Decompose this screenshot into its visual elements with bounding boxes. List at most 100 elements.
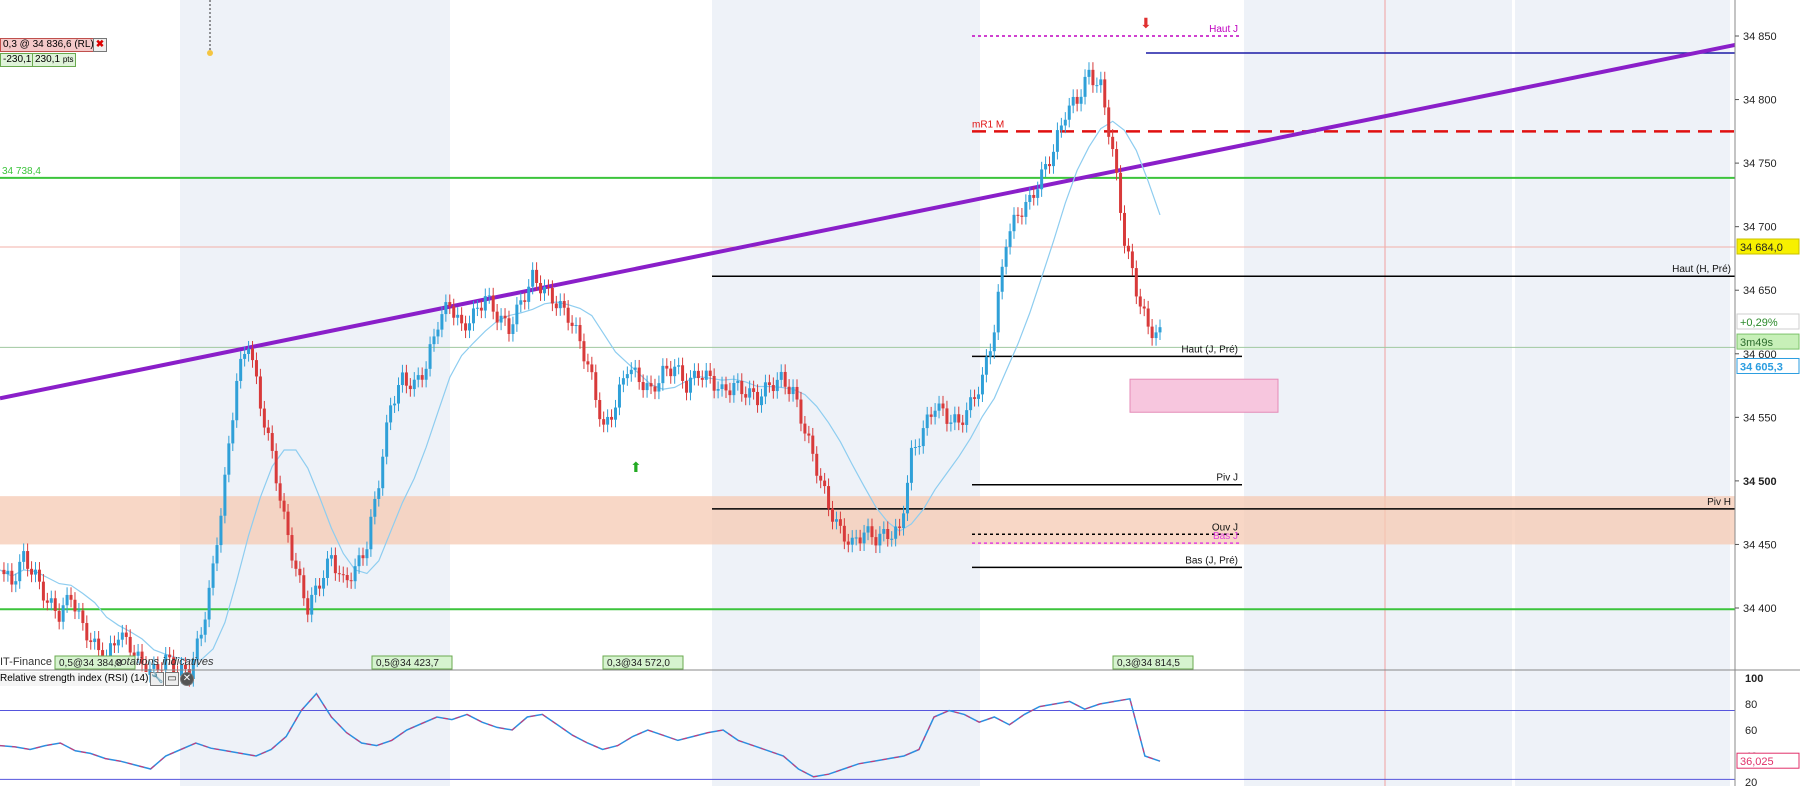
candle-body <box>649 383 653 387</box>
data-notice: IT-Finance cotations indicatives <box>0 656 213 668</box>
candle-body <box>404 372 408 386</box>
candle-body <box>69 594 73 600</box>
candle-body <box>333 555 337 574</box>
candle-body <box>389 405 393 423</box>
axis-tick-label: 34 550 <box>1743 412 1777 424</box>
level-label: Haut (J, Pré) <box>1181 344 1238 355</box>
candle-body <box>1103 79 1107 108</box>
candle-body <box>89 640 93 643</box>
axis-tick-label: 34 750 <box>1743 158 1777 170</box>
candle-body <box>894 526 898 539</box>
level-left-label: 34 738,4 <box>2 166 41 177</box>
candle-body <box>491 295 495 312</box>
candle-body <box>566 307 570 323</box>
candle-body <box>988 351 992 357</box>
candle-body <box>215 545 219 564</box>
candle-body <box>606 416 610 425</box>
candle-body <box>641 382 645 391</box>
candle-body <box>1004 246 1008 267</box>
pink-target-zone <box>1129 378 1279 413</box>
candle-body <box>921 428 925 447</box>
candle-body <box>353 566 357 582</box>
candle-body <box>582 341 586 362</box>
candle-body <box>53 598 57 611</box>
candle-body <box>2 569 6 575</box>
trade-marker-label: 0,3@34 572,0 <box>607 658 670 669</box>
candle-body <box>393 403 397 406</box>
candle-body <box>219 515 223 546</box>
axis-tick-label: 34 650 <box>1743 285 1777 297</box>
support-zone <box>0 496 1735 545</box>
candle-body <box>1048 164 1052 167</box>
candle-body <box>831 508 835 522</box>
anchor-dot <box>207 50 213 56</box>
order-ticket[interactable]: 0,3 @ 34 836,6 (RL) <box>0 38 97 52</box>
candle-body <box>685 380 689 393</box>
candle-body <box>203 619 207 635</box>
candle-body <box>34 569 38 575</box>
trading-chart[interactable]: Haut J mR1 M Haut (H, Pré) Haut (J, Pré) Piv… <box>0 0 1800 789</box>
candle-body <box>199 634 203 639</box>
candle-body <box>1000 266 1004 292</box>
candle-body <box>969 397 973 411</box>
candle-body <box>1067 105 1071 120</box>
candle-body <box>799 399 803 424</box>
axis-tick-label: 34 850 <box>1743 31 1777 43</box>
candle-body <box>274 450 278 484</box>
rsi-value-badge-text: 36,025 <box>1740 756 1774 768</box>
candle-body <box>617 384 621 408</box>
session-band <box>1515 0 1730 786</box>
window-icon[interactable]: ▭ <box>165 672 179 686</box>
rsi-tick-label: 20 <box>1745 777 1757 786</box>
candle-body <box>81 610 85 624</box>
candle-body <box>247 348 251 354</box>
candle-body <box>704 370 708 380</box>
candle-body <box>700 378 704 380</box>
candle-body <box>57 610 61 622</box>
candle-body <box>1040 169 1044 190</box>
candle-body <box>416 375 420 380</box>
close-panel-icon[interactable]: ✕ <box>180 672 194 686</box>
candle-body <box>116 639 120 646</box>
candle-body <box>239 358 243 381</box>
candle-body <box>783 371 787 387</box>
candle-body <box>602 419 606 425</box>
candle-body <box>898 526 902 528</box>
candle-body <box>744 394 748 398</box>
candle-body <box>728 390 732 396</box>
points-value-2: 230,1 <box>35 54 61 65</box>
candle-body <box>633 367 637 370</box>
candle-body <box>223 474 227 516</box>
candle-body <box>558 301 562 309</box>
points-unit: pts <box>62 55 74 64</box>
candle-body <box>1012 214 1016 232</box>
candle-body <box>22 551 26 562</box>
rsi-header: Relative strength index (RSI) (14) <box>0 672 149 686</box>
candle-body <box>795 386 799 400</box>
level-label: Bas J <box>1213 531 1238 542</box>
candle-body <box>318 585 322 589</box>
candle-body <box>483 296 487 311</box>
candle-body <box>874 537 878 546</box>
candle-body <box>1119 172 1123 213</box>
candle-body <box>578 325 582 342</box>
candle-body <box>1126 245 1130 252</box>
candle-body <box>771 385 775 392</box>
last-price-badge-text: 34 605,3 <box>1740 361 1783 373</box>
candle-body <box>128 636 132 653</box>
moving-average <box>0 120 1161 661</box>
candle-body <box>653 386 657 392</box>
candle-body <box>282 500 286 512</box>
wrench-icon[interactable]: 🔧 <box>150 672 164 686</box>
candle-body <box>408 385 412 390</box>
candle-body <box>665 365 669 369</box>
candle-body <box>475 307 479 309</box>
close-order-icon[interactable]: ✖ <box>93 38 107 52</box>
candle-body <box>420 375 424 380</box>
candle-body <box>570 322 574 326</box>
candle-body <box>787 386 791 395</box>
candle-body <box>827 486 831 509</box>
candle-body <box>933 410 937 417</box>
candle-body <box>231 420 235 444</box>
chart-canvas[interactable]: Haut J mR1 M Haut (H, Pré) Haut (J, Pré) Piv… <box>0 0 1800 789</box>
